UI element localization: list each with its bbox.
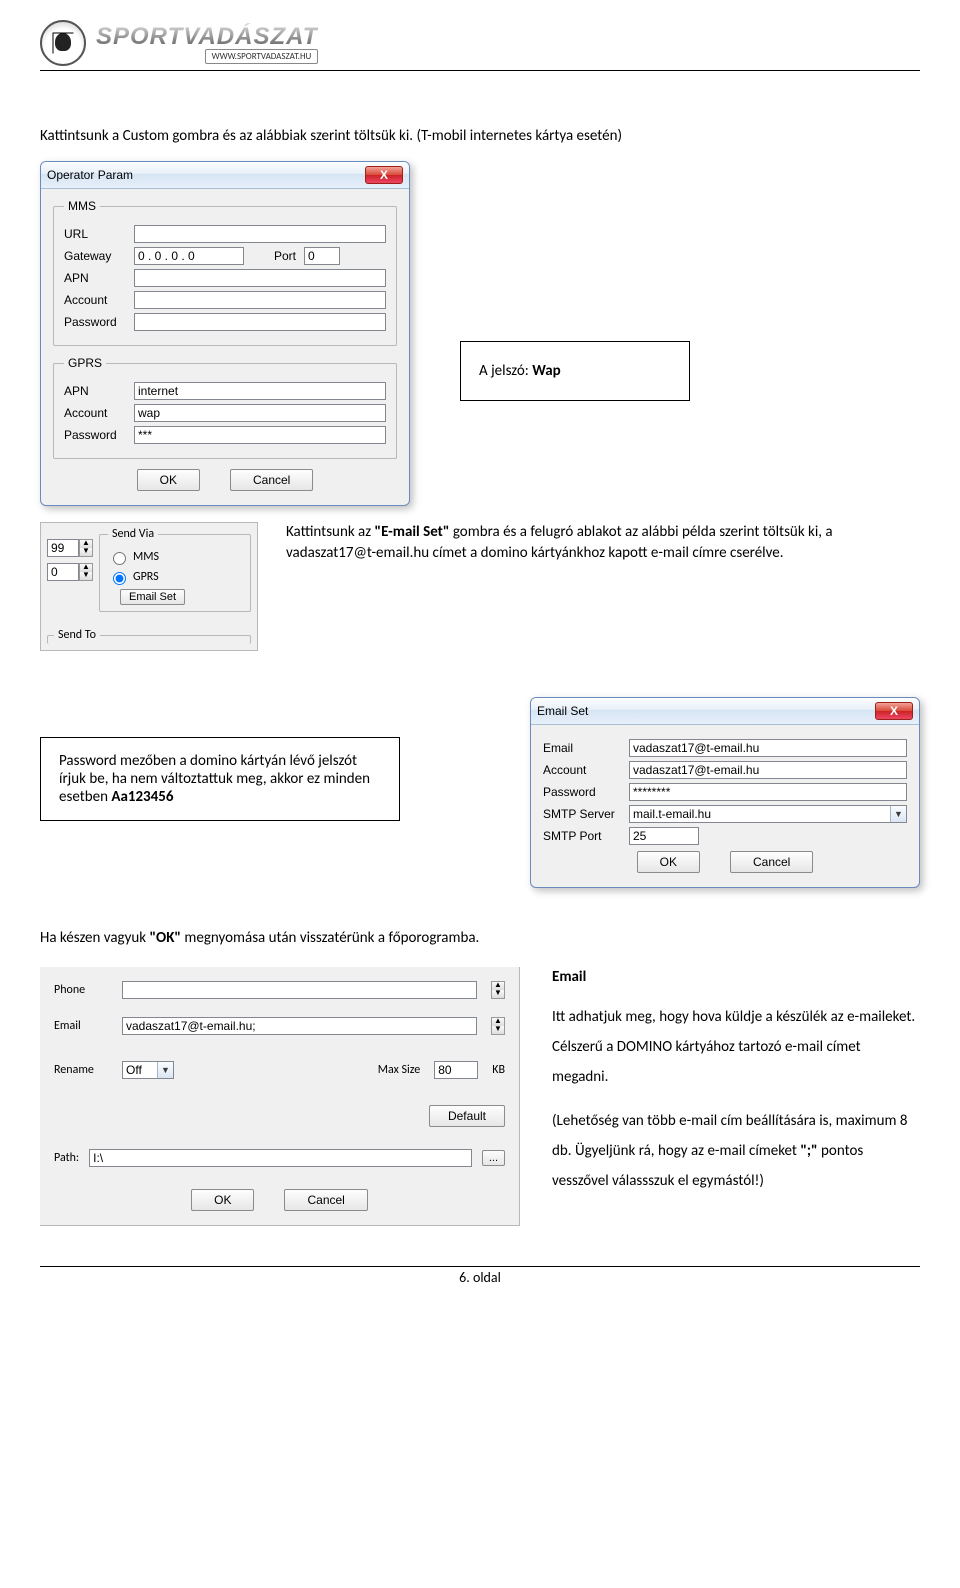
- sf-ok-button[interactable]: OK: [191, 1189, 254, 1211]
- ed-account-label: Account: [543, 763, 621, 777]
- sf-email-input[interactable]: [122, 1017, 477, 1035]
- ed-password-label: Password: [543, 785, 621, 799]
- spinner-top[interactable]: ▲▼: [79, 539, 93, 557]
- dropdown-arrow-icon[interactable]: ▼: [890, 806, 906, 822]
- password-callout: Password mezőben a domino kártyán lévő j…: [40, 737, 400, 821]
- wap-pre: A jelszó:: [479, 362, 532, 380]
- mms-gateway-input[interactable]: [134, 247, 244, 265]
- operator-param-dialog: Operator Param X MMS URL Gateway Port AP…: [40, 161, 410, 506]
- ee-p1: Itt adhatjuk meg, hogy hova küldje a kés…: [552, 1002, 920, 1092]
- send-via-gprs-label: GPRS: [133, 570, 159, 584]
- email-dialog-title: Email Set: [537, 704, 588, 718]
- close-button[interactable]: X: [365, 166, 403, 184]
- mms-gateway-label: Gateway: [64, 249, 126, 263]
- mms-password-label: Password: [64, 315, 126, 329]
- email-set-button[interactable]: Email Set: [120, 589, 185, 605]
- send-via-legend: Send Via: [108, 527, 158, 541]
- ed-smtp-input[interactable]: [629, 805, 907, 823]
- send-via-group: Send Via MMS GPRS Email Set: [99, 527, 251, 612]
- gprs-account-input[interactable]: [134, 404, 386, 422]
- wap-value: Wap: [532, 362, 561, 380]
- gprs-password-input[interactable]: [134, 426, 386, 444]
- left-num-top[interactable]: [47, 539, 79, 557]
- left-num-bottom[interactable]: [47, 563, 79, 581]
- send-via-fragment: ▲▼ ▲▼ Send Via MMS GPRS Email Set Send T…: [40, 522, 258, 651]
- gprs-apn-input[interactable]: [134, 382, 386, 400]
- wap-password-callout: A jelszó: Wap: [460, 341, 690, 401]
- sf-path-label: Path:: [54, 1151, 79, 1165]
- email-ok-button[interactable]: OK: [637, 851, 700, 873]
- ed-smtp-label: SMTP Server: [543, 807, 621, 821]
- gprs-legend: GPRS: [64, 356, 106, 370]
- email-close-button[interactable]: X: [875, 702, 913, 720]
- send-via-mms-radio[interactable]: [113, 552, 126, 565]
- ed-email-label: Email: [543, 741, 621, 755]
- mms-url-input[interactable]: [134, 225, 386, 243]
- gprs-apn-label: APN: [64, 384, 126, 398]
- settings-fragment: Phone ▲▼ Email ▲▼ Rename ▼ Max Size KB D…: [40, 967, 520, 1226]
- ed-account-input[interactable]: [629, 761, 907, 779]
- send-to-legend: Send To: [54, 628, 100, 642]
- sf-browse-button[interactable]: ...: [482, 1150, 505, 1166]
- send-via-mms-label: MMS: [133, 550, 159, 564]
- intro-paragraph: Kattintsunk a Custom gombra és az alábbi…: [40, 126, 920, 147]
- mms-apn-input[interactable]: [134, 269, 386, 287]
- gprs-account-label: Account: [64, 406, 126, 420]
- spinner-bottom[interactable]: ▲▼: [79, 563, 93, 581]
- logo-emblem: [40, 20, 86, 66]
- mms-group: MMS URL Gateway Port APN Account Passwor…: [53, 199, 397, 346]
- operator-ok-button[interactable]: OK: [137, 469, 200, 491]
- mms-port-input[interactable]: [304, 247, 340, 265]
- sf-email-spin[interactable]: ▲▼: [491, 1017, 505, 1035]
- sf-kb-label: KB: [492, 1063, 505, 1077]
- after-ok-paragraph: Ha készen vagyuk "OK" megnyomása után vi…: [40, 928, 920, 949]
- mms-apn-label: APN: [64, 271, 126, 285]
- sf-path-input[interactable]: [89, 1149, 472, 1167]
- ed-port-label: SMTP Port: [543, 829, 621, 843]
- email-set-paragraph: Kattintsunk az "E-mail Set" gombra és a …: [286, 522, 920, 564]
- intro-note: (T-mobil internetes kártya esetén): [416, 127, 622, 145]
- sf-maxsize-label: Max Size: [378, 1063, 421, 1077]
- mms-port-label: Port: [274, 249, 296, 263]
- email-explain-block: Email Itt adhatjuk meg, hogy hova küldje…: [552, 967, 920, 1210]
- email-cancel-button[interactable]: Cancel: [730, 851, 813, 873]
- mms-account-label: Account: [64, 293, 126, 307]
- ee-title: Email: [552, 968, 586, 986]
- page-header: SPORTVADÁSZAT WWW.SPORTVADASZAT.HU: [40, 20, 920, 66]
- send-to-group: Send To: [47, 628, 251, 644]
- header-rule: [40, 70, 920, 71]
- sf-phone-input[interactable]: [122, 981, 477, 999]
- send-via-gprs-radio[interactable]: [113, 572, 126, 585]
- sf-default-button[interactable]: Default: [429, 1105, 505, 1127]
- sf-cancel-button[interactable]: Cancel: [284, 1189, 367, 1211]
- sf-maxsize-input[interactable]: [434, 1061, 478, 1079]
- operator-cancel-button[interactable]: Cancel: [230, 469, 313, 491]
- brand-title: SPORTVADÁSZAT: [96, 23, 318, 51]
- intro-text: Kattintsunk a Custom gombra és az alábbi…: [40, 127, 416, 145]
- mms-url-label: URL: [64, 227, 126, 241]
- sf-phone-label: Phone: [54, 983, 108, 997]
- dropdown-arrow-icon[interactable]: ▼: [157, 1062, 173, 1078]
- page-footer: 6. oldal: [40, 1266, 920, 1286]
- sf-phone-spin[interactable]: ▲▼: [491, 981, 505, 999]
- sf-rename-label: Rename: [54, 1063, 108, 1077]
- ed-password-input[interactable]: [629, 783, 907, 801]
- sf-email-label: Email: [54, 1019, 108, 1033]
- ed-port-input[interactable]: [629, 827, 699, 845]
- ee-p2: (Lehetőség van több e-mail cím beállítás…: [552, 1106, 920, 1196]
- email-set-dialog: Email Set X Email Account Password SMTP …: [530, 697, 920, 888]
- gprs-password-label: Password: [64, 428, 126, 442]
- dialog-title: Operator Param: [47, 168, 133, 182]
- mms-password-input[interactable]: [134, 313, 386, 331]
- mms-legend: MMS: [64, 199, 100, 213]
- ed-email-input[interactable]: [629, 739, 907, 757]
- mms-account-input[interactable]: [134, 291, 386, 309]
- brand-url: WWW.SPORTVADASZAT.HU: [205, 49, 319, 64]
- gprs-group: GPRS APN Account Password: [53, 356, 397, 459]
